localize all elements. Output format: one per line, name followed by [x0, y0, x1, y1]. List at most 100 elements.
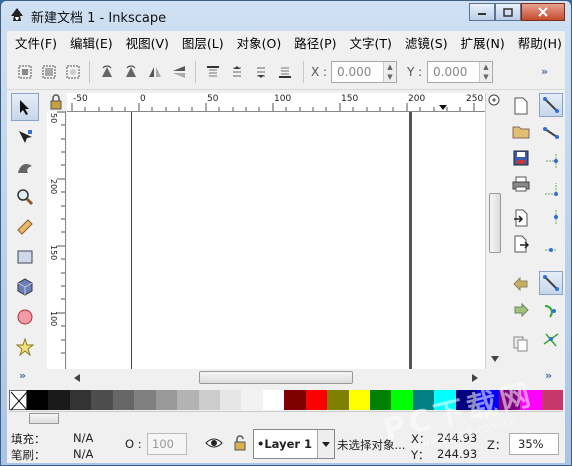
select-all-layers-button[interactable] — [39, 62, 59, 82]
rotate-ccw-button[interactable] — [97, 62, 117, 82]
color-swatch[interactable] — [198, 390, 220, 410]
menu-layer[interactable]: 图层(L) — [174, 33, 229, 52]
rectangle-tool[interactable] — [11, 243, 39, 271]
color-swatch[interactable] — [455, 390, 478, 410]
color-swatch[interactable] — [434, 390, 456, 410]
color-swatch[interactable] — [348, 390, 370, 410]
snap-midpoint-toggle[interactable] — [539, 205, 563, 229]
color-swatch[interactable] — [327, 390, 349, 410]
color-swatch[interactable] — [69, 390, 92, 410]
title-bar[interactable]: 新建文档 1 - Inkscape — [1, 1, 571, 29]
snap-nodes-toggle[interactable] — [539, 271, 563, 295]
tweak-tool[interactable] — [11, 153, 39, 181]
color-swatch[interactable] — [155, 390, 178, 410]
menu-help[interactable]: 帮助(H) — [510, 33, 567, 52]
color-swatch[interactable] — [27, 390, 49, 410]
new-document-button[interactable] — [510, 95, 532, 117]
zoom-input[interactable]: 35% — [509, 433, 559, 455]
3d-box-tool[interactable] — [11, 273, 39, 301]
color-swatch[interactable] — [412, 390, 435, 410]
color-swatch[interactable] — [134, 390, 156, 410]
no-paint-swatch[interactable] — [9, 390, 28, 411]
snap-bbox-edge-toggle[interactable] — [539, 149, 563, 173]
layer-dropdown-arrow[interactable] — [317, 430, 334, 458]
snap-bbox-corner-toggle[interactable] — [539, 177, 563, 201]
palette-scrollbar[interactable] — [9, 411, 563, 426]
horizontal-scrollbar[interactable] — [67, 369, 485, 386]
color-swatch[interactable] — [477, 390, 499, 410]
visibility-eye-icon[interactable] — [205, 436, 223, 450]
selector-tool[interactable] — [11, 93, 39, 121]
color-swatch[interactable] — [241, 390, 263, 410]
menu-view[interactable]: 视图(V) — [118, 33, 174, 52]
palette-scroll-thumb[interactable] — [29, 413, 59, 424]
drawing-canvas[interactable] — [67, 112, 485, 369]
horizontal-scroll-thumb[interactable] — [199, 371, 353, 384]
minimize-button[interactable] — [469, 3, 495, 21]
raise-to-top-button[interactable] — [203, 62, 223, 82]
zoom-tool[interactable] — [11, 183, 39, 211]
layer-lock-icon[interactable] — [233, 435, 247, 451]
flip-horizontal-button[interactable] — [145, 62, 165, 82]
color-swatch[interactable] — [498, 390, 521, 410]
menu-edit[interactable]: 编辑(E) — [62, 33, 118, 52]
import-button[interactable] — [510, 207, 532, 229]
fill-value[interactable]: N/A — [73, 431, 93, 445]
menu-object[interactable]: 对象(O) — [229, 33, 287, 52]
toolbox-overflow-button[interactable]: » — [19, 369, 26, 382]
snap-center-toggle[interactable] — [539, 233, 563, 257]
toolbar-overflow-button[interactable]: » — [541, 65, 548, 78]
color-swatch[interactable] — [112, 390, 135, 410]
snap-paths-toggle[interactable] — [539, 299, 563, 323]
color-swatch[interactable] — [305, 390, 328, 410]
x-coordinate-input[interactable]: 0.000 ▲ ▼ — [331, 61, 397, 83]
color-swatch[interactable] — [391, 390, 413, 410]
menu-filters[interactable]: 滤镜(S) — [397, 33, 453, 52]
star-tool[interactable] — [11, 333, 39, 361]
color-swatch[interactable] — [541, 390, 563, 410]
y-spin-arrows[interactable]: ▲ ▼ — [479, 62, 492, 82]
snap-bar-overflow-button[interactable]: » — [545, 369, 552, 382]
color-swatch[interactable] — [262, 390, 285, 410]
export-button[interactable] — [510, 233, 532, 255]
scroll-down-arrow-icon[interactable] — [490, 355, 500, 363]
save-button[interactable] — [510, 147, 532, 169]
color-swatch[interactable] — [91, 390, 113, 410]
snap-intersections-toggle[interactable] — [539, 327, 563, 351]
vertical-scrollbar[interactable] — [485, 93, 504, 369]
vertical-scroll-thumb[interactable] — [489, 193, 501, 253]
stroke-value[interactable]: N/A — [73, 447, 93, 461]
menu-path[interactable]: 路径(P) — [286, 33, 341, 52]
flip-vertical-button[interactable] — [169, 62, 189, 82]
select-all-button[interactable] — [15, 62, 35, 82]
color-swatch[interactable] — [48, 390, 70, 410]
undo-button[interactable] — [510, 273, 532, 295]
menu-file[interactable]: 文件(F) — [7, 33, 62, 52]
snap-bbox-toggle[interactable] — [539, 121, 563, 145]
print-button[interactable] — [510, 173, 532, 195]
open-button[interactable] — [510, 121, 532, 143]
deselect-button[interactable] — [63, 62, 83, 82]
color-swatch[interactable] — [177, 390, 199, 410]
color-swatch[interactable] — [370, 390, 392, 410]
raise-button[interactable] — [227, 62, 247, 82]
menu-text[interactable]: 文字(T) — [342, 33, 397, 52]
measure-tool[interactable] — [11, 213, 39, 241]
y-coordinate-input[interactable]: 0.000 ▲ ▼ — [427, 61, 493, 83]
close-button[interactable] — [521, 3, 565, 21]
color-swatch[interactable] — [520, 390, 542, 410]
x-spin-arrows[interactable]: ▲ ▼ — [383, 62, 396, 82]
current-layer-dropdown[interactable]: •Layer 1 — [253, 429, 335, 459]
node-tool[interactable] — [11, 123, 39, 151]
lower-button[interactable] — [251, 62, 271, 82]
copy-button[interactable] — [510, 333, 532, 355]
opacity-input[interactable]: 100 — [147, 433, 187, 455]
menu-extensions[interactable]: 扩展(N) — [453, 33, 510, 52]
redo-button[interactable] — [510, 299, 532, 321]
color-swatch[interactable] — [219, 390, 242, 410]
lower-to-bottom-button[interactable] — [275, 62, 295, 82]
color-swatch[interactable] — [284, 390, 306, 410]
maximize-button[interactable] — [495, 3, 521, 21]
lock-guides-icon[interactable] — [47, 93, 65, 111]
scroll-left-arrow-icon[interactable] — [73, 373, 81, 383]
